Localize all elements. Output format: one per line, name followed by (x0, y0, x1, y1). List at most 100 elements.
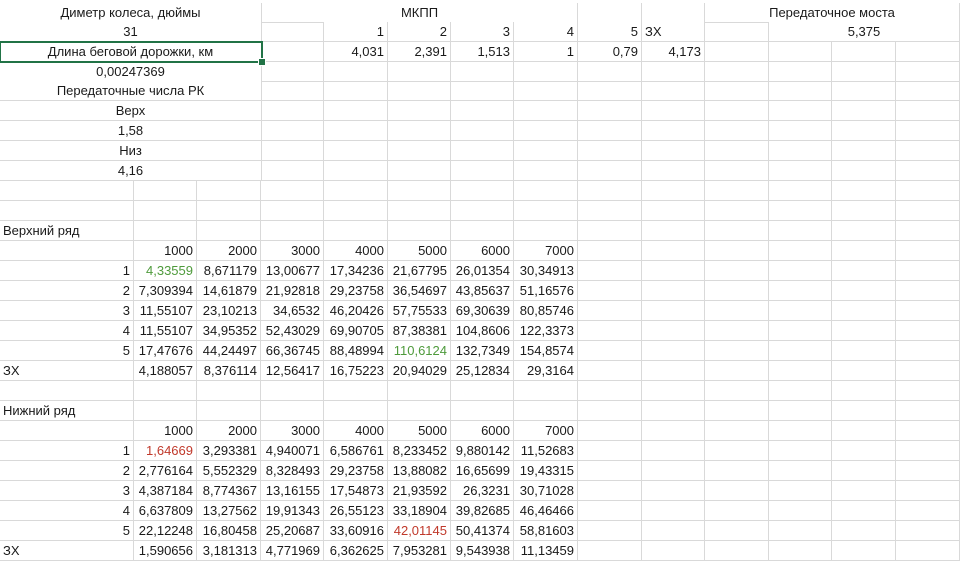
cell-g3[interactable]: 0,79 (578, 42, 642, 62)
cell-b14[interactable]: 4,33559 (134, 261, 197, 281)
cell[interactable] (388, 181, 451, 201)
cell[interactable] (514, 201, 578, 221)
cell[interactable] (261, 161, 324, 181)
cell[interactable] (451, 401, 514, 421)
cell[interactable] (832, 201, 896, 221)
spreadsheet-grid[interactable]: Диметр колеса, дюймы МКПП Передаточное мос… (0, 0, 960, 561)
cell[interactable] (578, 341, 642, 361)
selection-fill-handle[interactable] (258, 58, 266, 66)
cell[interactable] (769, 141, 832, 161)
cell[interactable] (514, 401, 578, 421)
cell[interactable] (388, 141, 451, 161)
cell[interactable] (769, 501, 832, 521)
cell[interactable] (261, 201, 324, 221)
cell[interactable] (896, 481, 960, 501)
cell[interactable] (578, 381, 642, 401)
cell-a3[interactable]: Длина беговой дорожки, км (0, 41, 263, 63)
cell[interactable] (578, 301, 642, 321)
cell[interactable] (642, 461, 705, 481)
cell-c25[interactable]: 8,774367 (197, 481, 261, 501)
cell[interactable] (705, 541, 769, 561)
cell-a9[interactable]: 4,16 (0, 161, 262, 181)
cell-a8[interactable]: Низ (0, 141, 262, 161)
cell-h14[interactable]: 30,34913 (514, 261, 578, 281)
cell-g23[interactable]: 9,880142 (451, 441, 514, 461)
cell-e28[interactable]: 6,362625 (324, 541, 388, 561)
cell-b25[interactable]: 4,387184 (134, 481, 197, 501)
cell[interactable] (514, 101, 578, 121)
cell-g25[interactable]: 26,3231 (451, 481, 514, 501)
cell[interactable] (705, 62, 769, 82)
cell[interactable] (642, 3, 705, 23)
cell[interactable] (388, 221, 451, 241)
cell-c3[interactable]: 4,031 (324, 42, 388, 62)
cell-h26[interactable]: 46,46466 (514, 501, 578, 521)
cell-d3[interactable]: 2,391 (388, 42, 451, 62)
cell[interactable] (769, 261, 832, 281)
cell[interactable] (324, 221, 388, 241)
cell-f25[interactable]: 21,93592 (388, 481, 451, 501)
cell[interactable] (578, 281, 642, 301)
cell[interactable] (832, 301, 896, 321)
cell-a16[interactable]: 3 (0, 301, 134, 321)
cell-f14[interactable]: 21,67795 (388, 261, 451, 281)
cell[interactable] (769, 541, 832, 561)
cell[interactable] (0, 201, 134, 221)
cell-a26[interactable]: 4 (0, 501, 134, 521)
cell-a19[interactable]: ЗХ (0, 361, 134, 381)
cell-g26[interactable]: 39,82685 (451, 501, 514, 521)
cell[interactable] (642, 181, 705, 201)
cell[interactable] (642, 541, 705, 561)
cell[interactable] (388, 62, 451, 82)
cell[interactable] (578, 161, 642, 181)
cell-c15[interactable]: 14,61879 (197, 281, 261, 301)
cell[interactable] (388, 201, 451, 221)
cell[interactable] (578, 141, 642, 161)
cell-g13[interactable]: 6000 (451, 241, 514, 261)
cell[interactable] (197, 401, 261, 421)
cell[interactable] (0, 241, 134, 261)
cell[interactable] (642, 341, 705, 361)
cell-c27[interactable]: 16,80458 (197, 521, 261, 541)
cell[interactable] (705, 141, 769, 161)
cell[interactable] (388, 81, 451, 101)
cell[interactable] (197, 381, 261, 401)
cell[interactable] (896, 401, 960, 421)
cell[interactable] (514, 221, 578, 241)
cell[interactable] (705, 501, 769, 521)
cell[interactable] (705, 161, 769, 181)
cell[interactable] (832, 181, 896, 201)
cell-a1[interactable]: Диметр колеса, дюймы (0, 3, 262, 23)
cell-g28[interactable]: 9,543938 (451, 541, 514, 561)
cell[interactable] (451, 121, 514, 141)
cell-h23[interactable]: 11,52683 (514, 441, 578, 461)
cell[interactable] (705, 321, 769, 341)
cell-a18[interactable]: 5 (0, 341, 134, 361)
cell-g17[interactable]: 104,8606 (451, 321, 514, 341)
cell-a23[interactable]: 1 (0, 441, 134, 461)
cell[interactable] (832, 501, 896, 521)
cell[interactable] (896, 381, 960, 401)
cell[interactable] (388, 381, 451, 401)
cell[interactable] (578, 181, 642, 201)
cell[interactable] (769, 461, 832, 481)
cell[interactable] (832, 421, 896, 441)
cell-b26[interactable]: 6,637809 (134, 501, 197, 521)
cell-c2[interactable]: 1 (324, 22, 388, 42)
cell-a14[interactable]: 1 (0, 261, 134, 281)
cell-a5[interactable]: Передаточные числа РК (0, 81, 262, 101)
cell[interactable] (832, 321, 896, 341)
cell-h13[interactable]: 7000 (514, 241, 578, 261)
cell[interactable] (578, 541, 642, 561)
cell-e3[interactable]: 1,513 (451, 42, 514, 62)
cell[interactable] (832, 221, 896, 241)
cell-g15[interactable]: 43,85637 (451, 281, 514, 301)
cell-g2[interactable]: 5 (578, 22, 642, 42)
cell[interactable] (896, 321, 960, 341)
cell-h24[interactable]: 19,43315 (514, 461, 578, 481)
cell-b17[interactable]: 11,55107 (134, 321, 197, 341)
cell[interactable] (769, 81, 832, 101)
cell[interactable] (832, 381, 896, 401)
cell-d27[interactable]: 25,20687 (261, 521, 324, 541)
cell-f16[interactable]: 57,75533 (388, 301, 451, 321)
